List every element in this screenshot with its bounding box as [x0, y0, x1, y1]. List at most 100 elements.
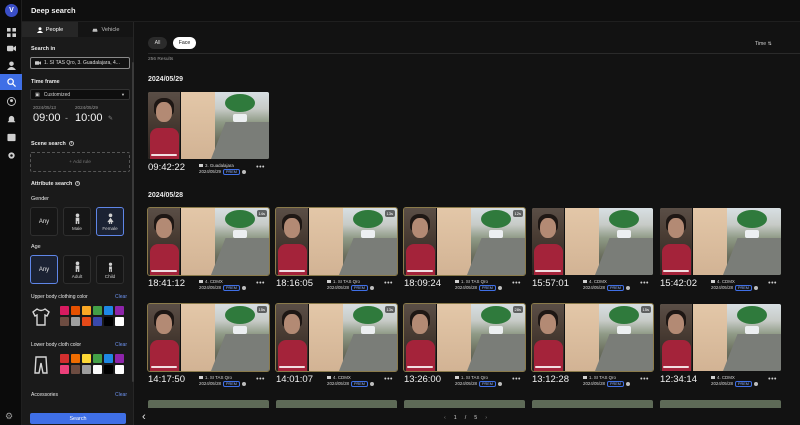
- edit-icon[interactable]: ✎: [108, 115, 113, 122]
- color-swatch[interactable]: [115, 306, 124, 315]
- color-swatch[interactable]: [82, 365, 91, 374]
- result-thumbnail[interactable]: [148, 92, 269, 159]
- color-swatch[interactable]: [104, 354, 113, 363]
- color-swatch[interactable]: [60, 317, 69, 326]
- info-icon[interactable]: i: [68, 141, 74, 147]
- gender-option-female[interactable]: Female: [96, 207, 124, 236]
- info-icon[interactable]: [497, 381, 502, 386]
- more-options-icon[interactable]: •••: [256, 164, 265, 171]
- result-thumbnail[interactable]: 14s: [147, 207, 270, 276]
- person-icon[interactable]: [0, 57, 22, 73]
- more-options-icon[interactable]: •••: [512, 280, 521, 287]
- result-thumbnail[interactable]: 28s: [403, 303, 526, 372]
- gender-option-any[interactable]: Any: [30, 207, 58, 236]
- lower-clear-button[interactable]: Clear: [115, 342, 127, 348]
- color-swatch[interactable]: [104, 306, 113, 315]
- result-thumbnail[interactable]: [660, 208, 781, 275]
- info-icon[interactable]: [753, 381, 758, 386]
- more-options-icon[interactable]: •••: [384, 280, 393, 287]
- more-options-icon[interactable]: •••: [768, 376, 777, 383]
- info-icon[interactable]: [241, 285, 246, 290]
- color-swatch[interactable]: [104, 365, 113, 374]
- accessories-clear-button[interactable]: Clear: [115, 392, 127, 398]
- color-swatch[interactable]: [82, 317, 91, 326]
- tab-vehicle[interactable]: Vehicle: [78, 22, 133, 37]
- color-swatch[interactable]: [104, 317, 113, 326]
- start-time[interactable]: 09:00: [33, 112, 61, 124]
- more-options-icon[interactable]: •••: [384, 376, 393, 383]
- playback-bar: [535, 270, 561, 272]
- prem-badge: PREM: [606, 285, 624, 291]
- color-swatch[interactable]: [71, 317, 80, 326]
- filter-face[interactable]: Face: [173, 37, 196, 49]
- more-options-icon[interactable]: •••: [256, 280, 265, 287]
- next-page-icon[interactable]: ›: [485, 415, 487, 421]
- result-thumbnail[interactable]: 15s: [531, 303, 654, 372]
- info-icon[interactable]: [369, 381, 374, 386]
- prem-badge: PREM: [734, 381, 752, 387]
- color-swatch[interactable]: [93, 317, 102, 326]
- info-icon[interactable]: [241, 169, 246, 174]
- result-thumbnail[interactable]: 13s: [275, 303, 398, 372]
- color-swatch[interactable]: [115, 354, 124, 363]
- settings-icon[interactable]: [0, 147, 22, 163]
- more-options-icon[interactable]: •••: [768, 280, 777, 287]
- more-options-icon[interactable]: •••: [640, 280, 649, 287]
- age-option-child[interactable]: Child: [96, 255, 124, 284]
- color-swatch[interactable]: [115, 317, 124, 326]
- search-in-field[interactable]: 1. SI TAS Qro, 3. Guadalajara, 4...: [30, 57, 130, 69]
- more-options-icon[interactable]: •••: [256, 376, 265, 383]
- tab-people[interactable]: People: [22, 22, 78, 37]
- color-swatch[interactable]: [71, 365, 80, 374]
- add-rule-button[interactable]: + Add rule: [30, 152, 130, 172]
- filter-all[interactable]: All: [148, 37, 167, 49]
- prev-page-icon[interactable]: ‹: [444, 415, 446, 421]
- info-icon[interactable]: [625, 381, 630, 386]
- info-icon[interactable]: [625, 285, 630, 290]
- person-icon: [36, 26, 43, 33]
- age-option-adult[interactable]: Adult: [63, 255, 91, 284]
- search-icon[interactable]: [0, 74, 22, 90]
- search-button[interactable]: Search: [30, 413, 126, 424]
- color-swatch[interactable]: [60, 365, 69, 374]
- info-icon[interactable]: [497, 285, 502, 290]
- sort-button[interactable]: Time ⇅: [755, 41, 772, 47]
- color-swatch[interactable]: [115, 365, 124, 374]
- color-swatch[interactable]: [93, 306, 102, 315]
- info-icon[interactable]: [369, 285, 374, 290]
- upper-clear-button[interactable]: Clear: [115, 294, 127, 300]
- gender-option-male[interactable]: Male: [63, 207, 91, 236]
- result-meta: 3. Guadalajara 2024/05/29 PREM: [199, 163, 246, 175]
- back-arrow-icon[interactable]: ‹: [142, 411, 146, 423]
- dashboard-icon[interactable]: [0, 24, 22, 40]
- user-circle-icon[interactable]: [0, 93, 22, 109]
- color-swatch[interactable]: [71, 306, 80, 315]
- more-options-icon[interactable]: •••: [640, 376, 649, 383]
- color-swatch[interactable]: [60, 306, 69, 315]
- more-options-icon[interactable]: •••: [512, 376, 521, 383]
- result-thumbnail[interactable]: [660, 304, 781, 371]
- info-icon[interactable]: [753, 285, 758, 290]
- gender-label: Gender: [31, 196, 49, 202]
- color-swatch[interactable]: [82, 354, 91, 363]
- info-icon[interactable]: [241, 381, 246, 386]
- bell-icon[interactable]: [0, 111, 22, 127]
- prem-badge: PREM: [350, 381, 368, 387]
- age-option-any[interactable]: Any: [30, 255, 58, 284]
- result-thumbnail[interactable]: 15s: [147, 303, 270, 372]
- app-logo[interactable]: V: [5, 4, 18, 17]
- color-swatch[interactable]: [71, 354, 80, 363]
- result-thumbnail[interactable]: 13s: [275, 207, 398, 276]
- info-icon[interactable]: i: [75, 181, 81, 187]
- color-swatch[interactable]: [82, 306, 91, 315]
- camera-icon[interactable]: [0, 40, 22, 56]
- time-frame-select[interactable]: ▣ Customized ▼: [30, 89, 130, 100]
- color-swatch[interactable]: [93, 354, 102, 363]
- gear-icon[interactable]: ⚙: [5, 411, 13, 422]
- result-thumbnail[interactable]: 12s: [403, 207, 526, 276]
- inbox-icon[interactable]: [0, 129, 22, 145]
- color-swatch[interactable]: [93, 365, 102, 374]
- end-time[interactable]: 10:00: [75, 112, 103, 124]
- color-swatch[interactable]: [60, 354, 69, 363]
- result-thumbnail[interactable]: [532, 208, 653, 275]
